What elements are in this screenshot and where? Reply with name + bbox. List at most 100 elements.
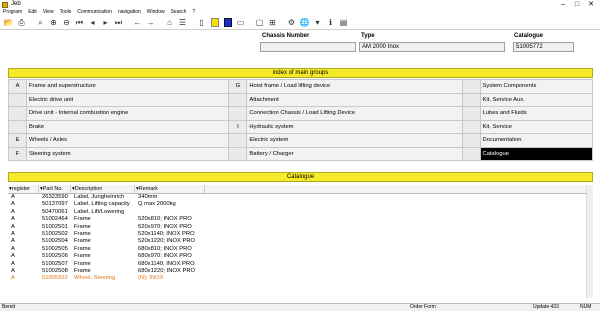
group-steering-system[interactable]: Steering system xyxy=(25,146,230,161)
app-icon xyxy=(2,2,8,8)
cell-remark: 520x1220; INOX PRO xyxy=(138,238,196,245)
cell-part-no: 51002508 xyxy=(42,267,68,274)
column-remark[interactable]: ▾Remark xyxy=(135,185,205,193)
open-icon[interactable]: 📂 xyxy=(3,17,14,28)
table-row[interactable]: A 51002507 Frame 680x1140; INOX PRO xyxy=(8,261,593,268)
index-row: E Wheels / Axles Electric system Documen… xyxy=(8,133,594,148)
previous-icon[interactable]: ◂ xyxy=(87,17,98,28)
dropdown-icon[interactable]: ▾ xyxy=(312,17,323,28)
search-icon[interactable]: ⌕ xyxy=(35,17,46,28)
group-electric-system[interactable]: Electric system xyxy=(246,133,463,148)
group-drive-unit-combustion[interactable]: Drive unit - Internal combustion engine xyxy=(25,106,230,121)
group-letter: E xyxy=(8,133,27,148)
group-brake[interactable]: Brake xyxy=(25,119,230,134)
catalogue-rows: A 26323590 Label, Jungheinrich 340mm A 501370… xyxy=(8,194,593,283)
cell-part-no: 50137097 xyxy=(42,201,68,208)
group-kit-service-aux[interactable]: Kit, Service Aux. xyxy=(479,92,594,107)
group-connection-chassis[interactable]: Connection Chassis / Load Lifting Device xyxy=(246,106,463,121)
catalogue-field[interactable]: 51005772 xyxy=(513,42,574,52)
vertical-scrollbar[interactable] xyxy=(586,185,593,298)
column-register[interactable]: ▾register xyxy=(8,185,39,193)
group-system-components[interactable]: System Components xyxy=(479,79,594,94)
group-kit-service[interactable]: Kit, Service xyxy=(479,119,594,134)
cell-part-no: 51002504 xyxy=(42,238,68,245)
table-row[interactable]: A 51002501 Frame 520x970; INOX PRO xyxy=(8,224,593,231)
type-field[interactable]: AM 2000 Inox xyxy=(359,42,505,52)
back-arrow-icon[interactable]: ← xyxy=(132,17,143,28)
index-row: Brake I Hydraulic system Kit, Service xyxy=(8,119,594,134)
group-documentation[interactable]: Documentation xyxy=(479,133,594,148)
forward-arrow-icon[interactable]: → xyxy=(145,17,156,28)
table-row[interactable]: A 51002502 Frame 520x1140; INOX PRO xyxy=(8,231,593,238)
zoom-out-icon[interactable]: ⊖ xyxy=(61,17,72,28)
chassis-number-field[interactable] xyxy=(260,42,356,52)
menu-program[interactable]: Program xyxy=(0,9,25,16)
index-row: A Frame and superstructure G Hoist frame… xyxy=(8,79,594,94)
table-row[interactable]: A 51002508 Frame 680x1220; INOX PRO xyxy=(8,268,593,275)
group-wheels-axles[interactable]: Wheels / Axles xyxy=(25,133,230,148)
menu-view[interactable]: View xyxy=(40,9,57,16)
list-icon[interactable]: ☰ xyxy=(177,17,188,28)
group-lubes-fluids[interactable]: Lubes and Fluids xyxy=(479,106,594,121)
print-icon[interactable]: ⎙ xyxy=(16,17,27,28)
cell-register: A xyxy=(11,194,15,200)
status-text: Bereit xyxy=(2,304,16,310)
column-description[interactable]: ▾Description xyxy=(71,185,135,193)
menu-navigation[interactable]: navigation xyxy=(115,9,144,16)
index-row: Electric drive unit Attachment Kit, Serv… xyxy=(8,92,594,107)
home-icon[interactable]: ⌂ xyxy=(164,17,175,28)
group-hoist-frame[interactable]: Hoist frame / Load lifting device xyxy=(246,79,463,94)
table-icon[interactable]: ⊞ xyxy=(267,17,278,28)
table-row[interactable]: A 51005932 Wheel, Steering (N); INOX xyxy=(8,275,593,282)
cell-part-no: 50470061 xyxy=(42,208,68,215)
menu-search[interactable]: Search xyxy=(168,9,190,16)
group-battery-charger[interactable]: Battery / Charger xyxy=(246,146,463,161)
cell-description: Frame xyxy=(74,216,91,223)
group-catalogue[interactable]: Catalogue xyxy=(479,146,594,161)
group-letter: F xyxy=(8,146,27,161)
cell-description: Frame xyxy=(74,238,91,245)
cell-remark: 680x810; INOX PRO xyxy=(138,245,192,252)
minimize-icon[interactable]: – xyxy=(556,0,570,9)
table-row[interactable]: A 51002506 Frame 680x970; INOX PRO xyxy=(8,253,593,260)
next-icon[interactable]: ▸ xyxy=(100,17,111,28)
menu-window[interactable]: Window xyxy=(144,9,168,16)
menu-communication[interactable]: Communication xyxy=(74,9,115,16)
group-electric-drive-unit[interactable]: Electric drive unit xyxy=(25,92,230,107)
yellow-box-icon[interactable] xyxy=(209,17,220,28)
table-row[interactable]: A 26323590 Label, Jungheinrich 340mm xyxy=(8,194,593,201)
table-row[interactable]: A 51002504 Frame 520x1220; INOX PRO xyxy=(8,238,593,245)
column-part-no[interactable]: ▾Part No. xyxy=(39,185,71,193)
info-icon[interactable]: ℹ xyxy=(325,17,336,28)
table-row[interactable]: A 51002505 Frame 680x810; INOX PRO xyxy=(8,246,593,253)
first-page-icon[interactable]: ⏮ xyxy=(74,17,85,28)
table-row[interactable]: A 50137097 Label, Lifting capacity Q max 20… xyxy=(8,201,593,208)
window-icon[interactable]: ▢ xyxy=(254,17,265,28)
cell-part-no: 51002506 xyxy=(42,253,68,260)
settings-icon[interactable]: ⚙ xyxy=(286,17,297,28)
group-attachment[interactable]: Attachment xyxy=(246,92,463,107)
globe-icon[interactable]: 🌐 xyxy=(299,17,310,28)
cell-description: Frame xyxy=(74,253,91,260)
menu-help[interactable]: ? xyxy=(189,9,198,16)
blue-box-icon[interactable] xyxy=(222,17,233,28)
group-letter xyxy=(228,133,248,148)
toolbar: 📂 ⎙ ⌕ ⊕ ⊖ ⏮ ◂ ▸ ⏭ ← → ⌂ ☰ ▯ ▭ ▢ ⊞ ⚙ 🌐 ▾ … xyxy=(0,16,600,30)
cell-remark xyxy=(135,209,205,216)
table-row[interactable]: A 50470061 Label, Lift/Lowering xyxy=(8,209,593,216)
page-icon[interactable]: ▯ xyxy=(196,17,207,28)
cell-register: A xyxy=(11,216,15,223)
zoom-in-icon[interactable]: ⊕ xyxy=(48,17,59,28)
document-icon[interactable]: ▭ xyxy=(235,17,246,28)
maximize-icon[interactable]: □ xyxy=(570,0,584,9)
menu-tools[interactable]: Tools xyxy=(57,9,75,16)
filter-icon[interactable]: ▤ xyxy=(338,17,349,28)
last-page-icon[interactable]: ⏭ xyxy=(113,17,124,28)
cell-description: Frame xyxy=(74,245,91,252)
menu-edit[interactable]: Edit xyxy=(25,9,40,16)
group-hydraulic-system[interactable]: Hydraulic system xyxy=(246,119,463,134)
group-letter: I xyxy=(228,119,248,134)
group-frame-superstructure[interactable]: Frame and superstructure xyxy=(25,79,230,94)
table-row[interactable]: A 51002464 Frame 520x810; INOX PRO xyxy=(8,216,593,223)
close-icon[interactable]: ✕ xyxy=(584,0,598,9)
